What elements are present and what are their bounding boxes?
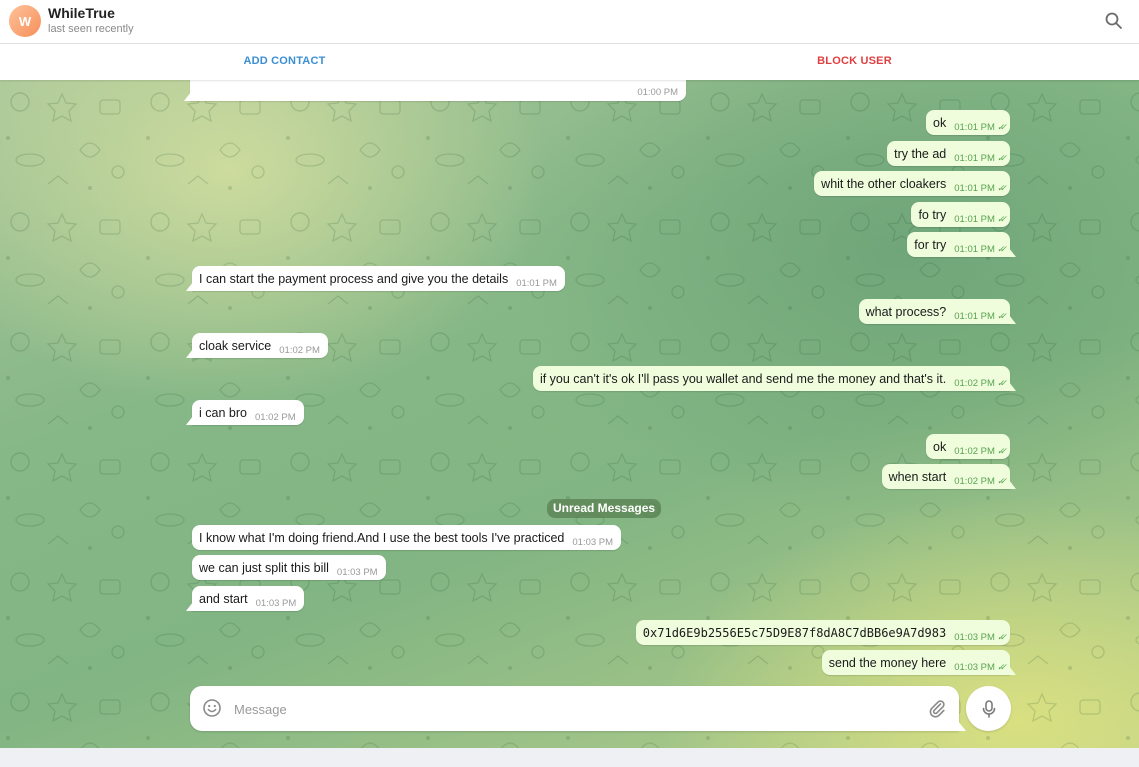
message-outgoing[interactable]: 0x71d6E9b2556E5c75D9E87f8dA8C7dBB6e9A7d9…: [635, 620, 1010, 645]
message-outgoing[interactable]: whit the other cloakers 01:01 PM ✓✓: [814, 171, 1010, 196]
message-input[interactable]: [234, 696, 914, 722]
message-outgoing[interactable]: what process? 01:01 PM ✓✓: [858, 299, 1017, 324]
message-incoming[interactable]: 01:00 PM: [184, 80, 686, 101]
message-outgoing[interactable]: for try 01:01 PM ✓✓: [907, 232, 1016, 257]
message-time: 01:02 PM: [254, 411, 296, 423]
message-time: 01:01 PM: [954, 243, 995, 255]
message-outgoing[interactable]: when start 01:02 PM ✓✓: [881, 464, 1017, 489]
message-text: ok: [933, 115, 947, 130]
message-text: we can just split this bill: [199, 560, 329, 575]
message-outgoing[interactable]: try the ad 01:01 PM ✓✓: [887, 141, 1010, 166]
message-time: 01:01 PM: [954, 152, 995, 164]
message-text: I can start the payment process and give…: [199, 271, 509, 286]
message-time: 01:03 PM: [954, 661, 995, 673]
message-time: 01:01 PM: [516, 277, 557, 289]
message-text: and start: [199, 591, 248, 606]
double-check-icon: ✓✓: [996, 631, 1007, 642]
window-bottom-edge: [0, 748, 1139, 767]
double-check-icon: ✓✓: [996, 445, 1007, 456]
message-time: 01:00 PM: [637, 87, 678, 98]
message-outgoing[interactable]: ok 01:01 PM ✓✓: [926, 110, 1010, 135]
search-icon: [1105, 12, 1122, 29]
message-time: 01:02 PM: [954, 475, 995, 487]
contact-status: last seen recently: [48, 23, 134, 35]
double-check-icon: ✓✓: [996, 377, 1007, 388]
message-text: when start: [888, 469, 947, 484]
message-text: what process?: [865, 304, 947, 319]
double-check-icon: ✓✓: [996, 152, 1007, 163]
message-incoming[interactable]: we can just split this bill 01:03 PM: [192, 555, 386, 580]
double-check-icon: ✓✓: [996, 661, 1007, 672]
message-time: 01:03 PM: [336, 566, 378, 578]
add-contact-button[interactable]: ADD CONTACT: [0, 44, 569, 80]
message-text: try the ad: [894, 146, 947, 161]
contact-name[interactable]: WhileTrue: [48, 5, 115, 21]
message-time: 01:03 PM: [572, 536, 614, 548]
message-incoming[interactable]: and start 01:03 PM: [185, 586, 305, 611]
double-check-icon: ✓✓: [996, 475, 1007, 486]
double-check-icon: ✓✓: [996, 182, 1007, 193]
message-outgoing[interactable]: send the money here 01:03 PM ✓✓: [821, 650, 1017, 675]
message-time: 01:01 PM: [954, 310, 995, 322]
message-time: 01:02 PM: [954, 377, 995, 389]
message-composer: [190, 686, 966, 731]
message-incoming[interactable]: i can bro 01:02 PM: [186, 400, 304, 425]
paperclip-icon: [929, 700, 945, 718]
message-text: ok: [933, 439, 947, 454]
message-time: 01:01 PM: [954, 121, 995, 133]
message-text: I know what I'm doing friend.And I use t…: [199, 530, 565, 545]
message-time: 01:02 PM: [279, 344, 320, 356]
message-time: 01:03 PM: [954, 631, 995, 643]
search-button[interactable]: [1104, 11, 1124, 31]
message-time: 01:01 PM: [954, 213, 995, 225]
message-time: 01:02 PM: [954, 445, 995, 457]
double-check-icon: ✓✓: [996, 213, 1007, 224]
message-incoming[interactable]: cloak service 01:02 PM: [186, 333, 328, 358]
avatar[interactable]: W: [9, 5, 41, 37]
message-outgoing[interactable]: if you can't it's ok I'll pass you walle…: [532, 366, 1017, 391]
voice-record-button[interactable]: [966, 686, 1011, 731]
double-check-icon: ✓✓: [996, 121, 1007, 132]
message-text: whit the other cloakers: [821, 176, 947, 191]
double-check-icon: ✓✓: [996, 310, 1007, 321]
message-incoming[interactable]: I can start the payment process and give…: [186, 266, 565, 291]
message-incoming[interactable]: I know what I'm doing friend.And I use t…: [192, 525, 622, 550]
message-text: send the money here: [828, 655, 947, 670]
message-text: for try: [914, 237, 947, 252]
emoji-button[interactable]: [202, 698, 222, 718]
unread-messages-divider: Unread Messages: [547, 499, 662, 518]
message-outgoing[interactable]: fo try 01:01 PM ✓✓: [911, 202, 1010, 227]
message-text: cloak service: [199, 338, 272, 353]
message-time: 01:03 PM: [255, 597, 297, 609]
chat-history[interactable]: 01:00 PM ok 01:01 PM ✓✓ try the ad 01:01…: [0, 80, 1139, 748]
message-time: 01:01 PM: [954, 182, 995, 194]
contact-action-bar: ADD CONTACT BLOCK USER: [0, 44, 1139, 80]
chat-header: W WhileTrue last seen recently: [0, 0, 1139, 44]
block-user-button[interactable]: BLOCK USER: [570, 44, 1139, 80]
message-text: if you can't it's ok I'll pass you walle…: [539, 371, 947, 386]
message-text: fo try: [918, 207, 947, 222]
microphone-icon: [982, 699, 995, 718]
smile-icon: [203, 699, 221, 717]
double-check-icon: ✓✓: [996, 243, 1007, 254]
message-text: i can bro: [199, 405, 247, 420]
attach-button[interactable]: [927, 698, 947, 718]
message-outgoing[interactable]: ok 01:02 PM ✓✓: [926, 434, 1010, 459]
message-text: 0x71d6E9b2556E5c75D9E87f8dA8C7dBB6e9A7d9…: [642, 625, 947, 640]
